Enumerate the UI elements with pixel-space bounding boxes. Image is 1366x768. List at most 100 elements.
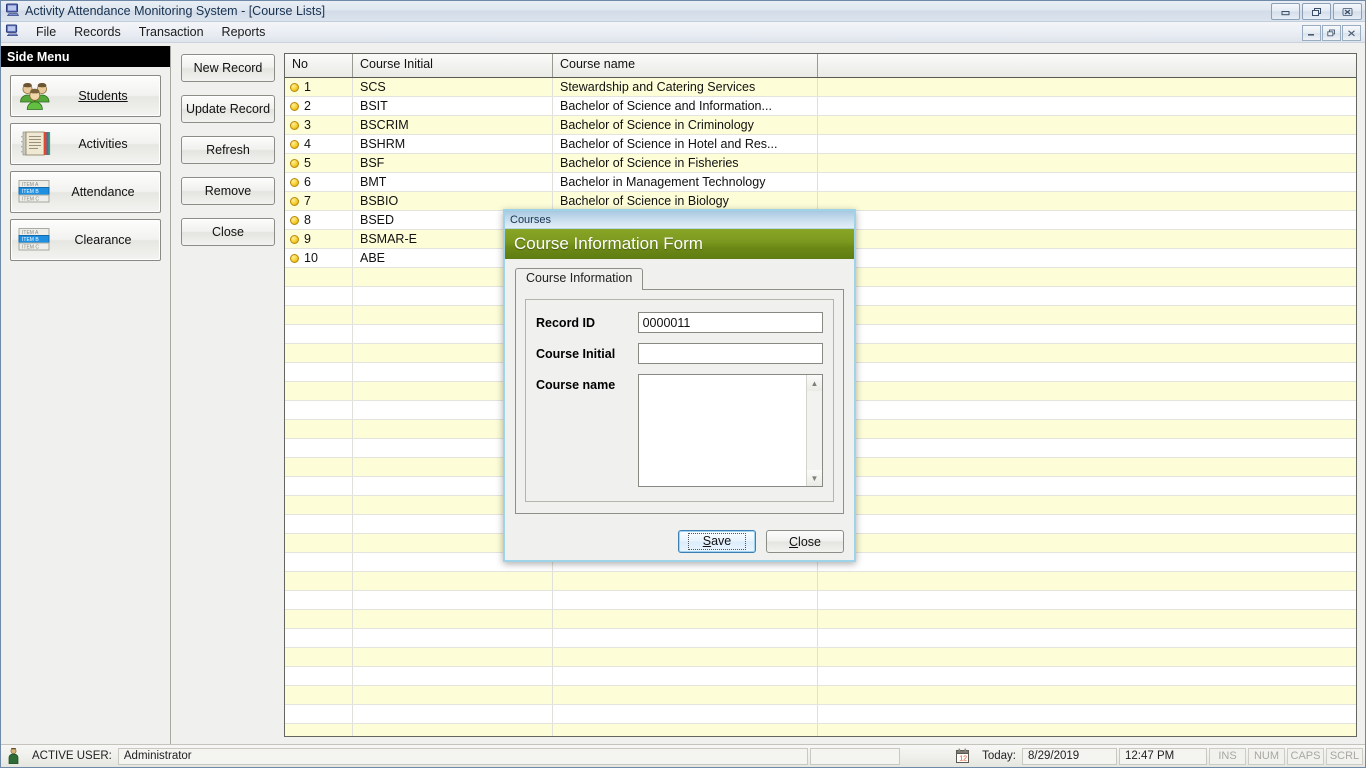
table-row[interactable] [285, 686, 1356, 705]
menu-records[interactable]: Records [65, 23, 130, 41]
sidebar-item-activities[interactable]: Activities [10, 123, 161, 165]
cell-course-name: Bachelor of Science in Criminology [553, 116, 818, 134]
cell-no [285, 287, 353, 305]
gold-bullet-icon [290, 102, 299, 111]
cell-blank [818, 192, 1356, 210]
cell-blank [818, 477, 1356, 495]
cell-course-initial: BSF [353, 154, 553, 172]
column-header-no[interactable]: No [285, 54, 353, 77]
mdi-close-button[interactable] [1342, 25, 1361, 41]
table-row[interactable]: 5BSFBachelor of Science in Fisheries [285, 154, 1356, 173]
table-row[interactable]: 6BMTBachelor in Management Technology [285, 173, 1356, 192]
mdi-restore-button[interactable] [1322, 25, 1341, 41]
close-button[interactable] [1333, 3, 1362, 20]
cell-no [285, 382, 353, 400]
cell-course-initial [353, 667, 553, 685]
sidebar-item-clearance[interactable]: ITEM A ITEM B ITEM C Clearance [10, 219, 161, 261]
cell-blank [818, 591, 1356, 609]
scroll-up-icon[interactable]: ▲ [807, 375, 822, 391]
table-row[interactable]: 4BSHRMBachelor of Science in Hotel and R… [285, 135, 1356, 154]
course-name-scrollbar[interactable]: ▲ ▼ [806, 375, 822, 486]
cell-blank [818, 268, 1356, 286]
course-initial-field[interactable] [638, 343, 823, 364]
menu-reports[interactable]: Reports [213, 23, 275, 41]
refresh-button[interactable]: Refresh [181, 136, 275, 164]
sidebar-item-students[interactable]: Students [10, 75, 161, 117]
svg-text:ITEM C: ITEM C [22, 244, 39, 250]
cell-no [285, 363, 353, 381]
close-button-panel[interactable]: Close [181, 218, 275, 246]
cell-course-name [553, 686, 818, 704]
cell-course-name: Bachelor of Science in Biology [553, 192, 818, 210]
cell-no: 3 [285, 116, 353, 134]
record-id-field[interactable] [638, 312, 823, 333]
cell-course-initial [353, 724, 553, 736]
cell-no [285, 458, 353, 476]
column-header-initial[interactable]: Course Initial [353, 54, 553, 77]
cell-blank [818, 363, 1356, 381]
cell-no: 1 [285, 78, 353, 96]
side-menu-panel: Side Menu Students [1, 46, 171, 744]
scroll-down-icon[interactable]: ▼ [807, 470, 822, 486]
table-row[interactable] [285, 724, 1356, 736]
menu-transaction[interactable]: Transaction [130, 23, 213, 41]
column-header-name[interactable]: Course name [553, 54, 818, 77]
cell-no: 5 [285, 154, 353, 172]
person-icon [1, 748, 26, 764]
dialog-close-button[interactable]: Close [766, 530, 844, 553]
table-row[interactable] [285, 705, 1356, 724]
menu-file[interactable]: File [27, 23, 65, 41]
statusbar-empty-pane [810, 748, 900, 765]
today-label: Today: [976, 750, 1022, 762]
cell-course-name [553, 591, 818, 609]
mdi-minimize-button[interactable] [1302, 25, 1321, 41]
table-row[interactable]: 1SCSStewardship and Catering Services [285, 78, 1356, 97]
restore-button[interactable] [1302, 3, 1331, 20]
save-button[interactable]: Save [678, 530, 756, 553]
minimize-button[interactable] [1271, 3, 1300, 20]
table-row[interactable] [285, 572, 1356, 591]
course-name-field[interactable] [639, 375, 815, 486]
table-row[interactable]: 3BSCRIMBachelor of Science in Criminolog… [285, 116, 1356, 135]
cell-course-name: Bachelor in Management Technology [553, 173, 818, 191]
cell-no [285, 420, 353, 438]
update-record-button[interactable]: Update Record [181, 95, 275, 123]
sidebar-item-attendance[interactable]: ITEM A ITEM B ITEM C Attendance [10, 171, 161, 213]
cell-blank [818, 135, 1356, 153]
cell-blank [818, 610, 1356, 628]
cell-course-name [553, 724, 818, 736]
cell-no: 10 [285, 249, 353, 267]
cell-course-name [553, 648, 818, 666]
cell-course-name [553, 572, 818, 590]
dialog-titlebar: Courses [505, 211, 854, 229]
calendar-icon: 12 [949, 748, 976, 764]
remove-button[interactable]: Remove [181, 177, 275, 205]
cell-no [285, 724, 353, 736]
application-window: Activity Attendance Monitoring System - … [0, 0, 1366, 768]
status-key-scrl: SCRL [1326, 748, 1363, 765]
table-row[interactable] [285, 610, 1356, 629]
notebook-icon [14, 127, 56, 161]
new-record-button[interactable]: New Record [181, 54, 275, 82]
menubar: File Records Transaction Reports [1, 22, 1365, 43]
cell-blank [818, 401, 1356, 419]
status-date: 8/29/2019 [1022, 748, 1117, 765]
table-row[interactable] [285, 648, 1356, 667]
table-row[interactable]: 2BSITBachelor of Science and Information… [285, 97, 1356, 116]
table-row[interactable] [285, 667, 1356, 686]
cell-blank [818, 78, 1356, 96]
table-row[interactable] [285, 629, 1356, 648]
cell-course-initial: BMT [353, 173, 553, 191]
cell-no [285, 401, 353, 419]
cell-blank [818, 230, 1356, 248]
column-header-blank[interactable] [818, 54, 1356, 77]
cell-blank [818, 515, 1356, 533]
cell-course-name [553, 629, 818, 647]
cell-no [285, 496, 353, 514]
svg-text:ITEM B: ITEM B [22, 237, 39, 243]
cell-blank [818, 458, 1356, 476]
tab-course-information[interactable]: Course Information [515, 268, 643, 290]
cell-course-initial [353, 610, 553, 628]
cell-blank [818, 439, 1356, 457]
table-row[interactable] [285, 591, 1356, 610]
